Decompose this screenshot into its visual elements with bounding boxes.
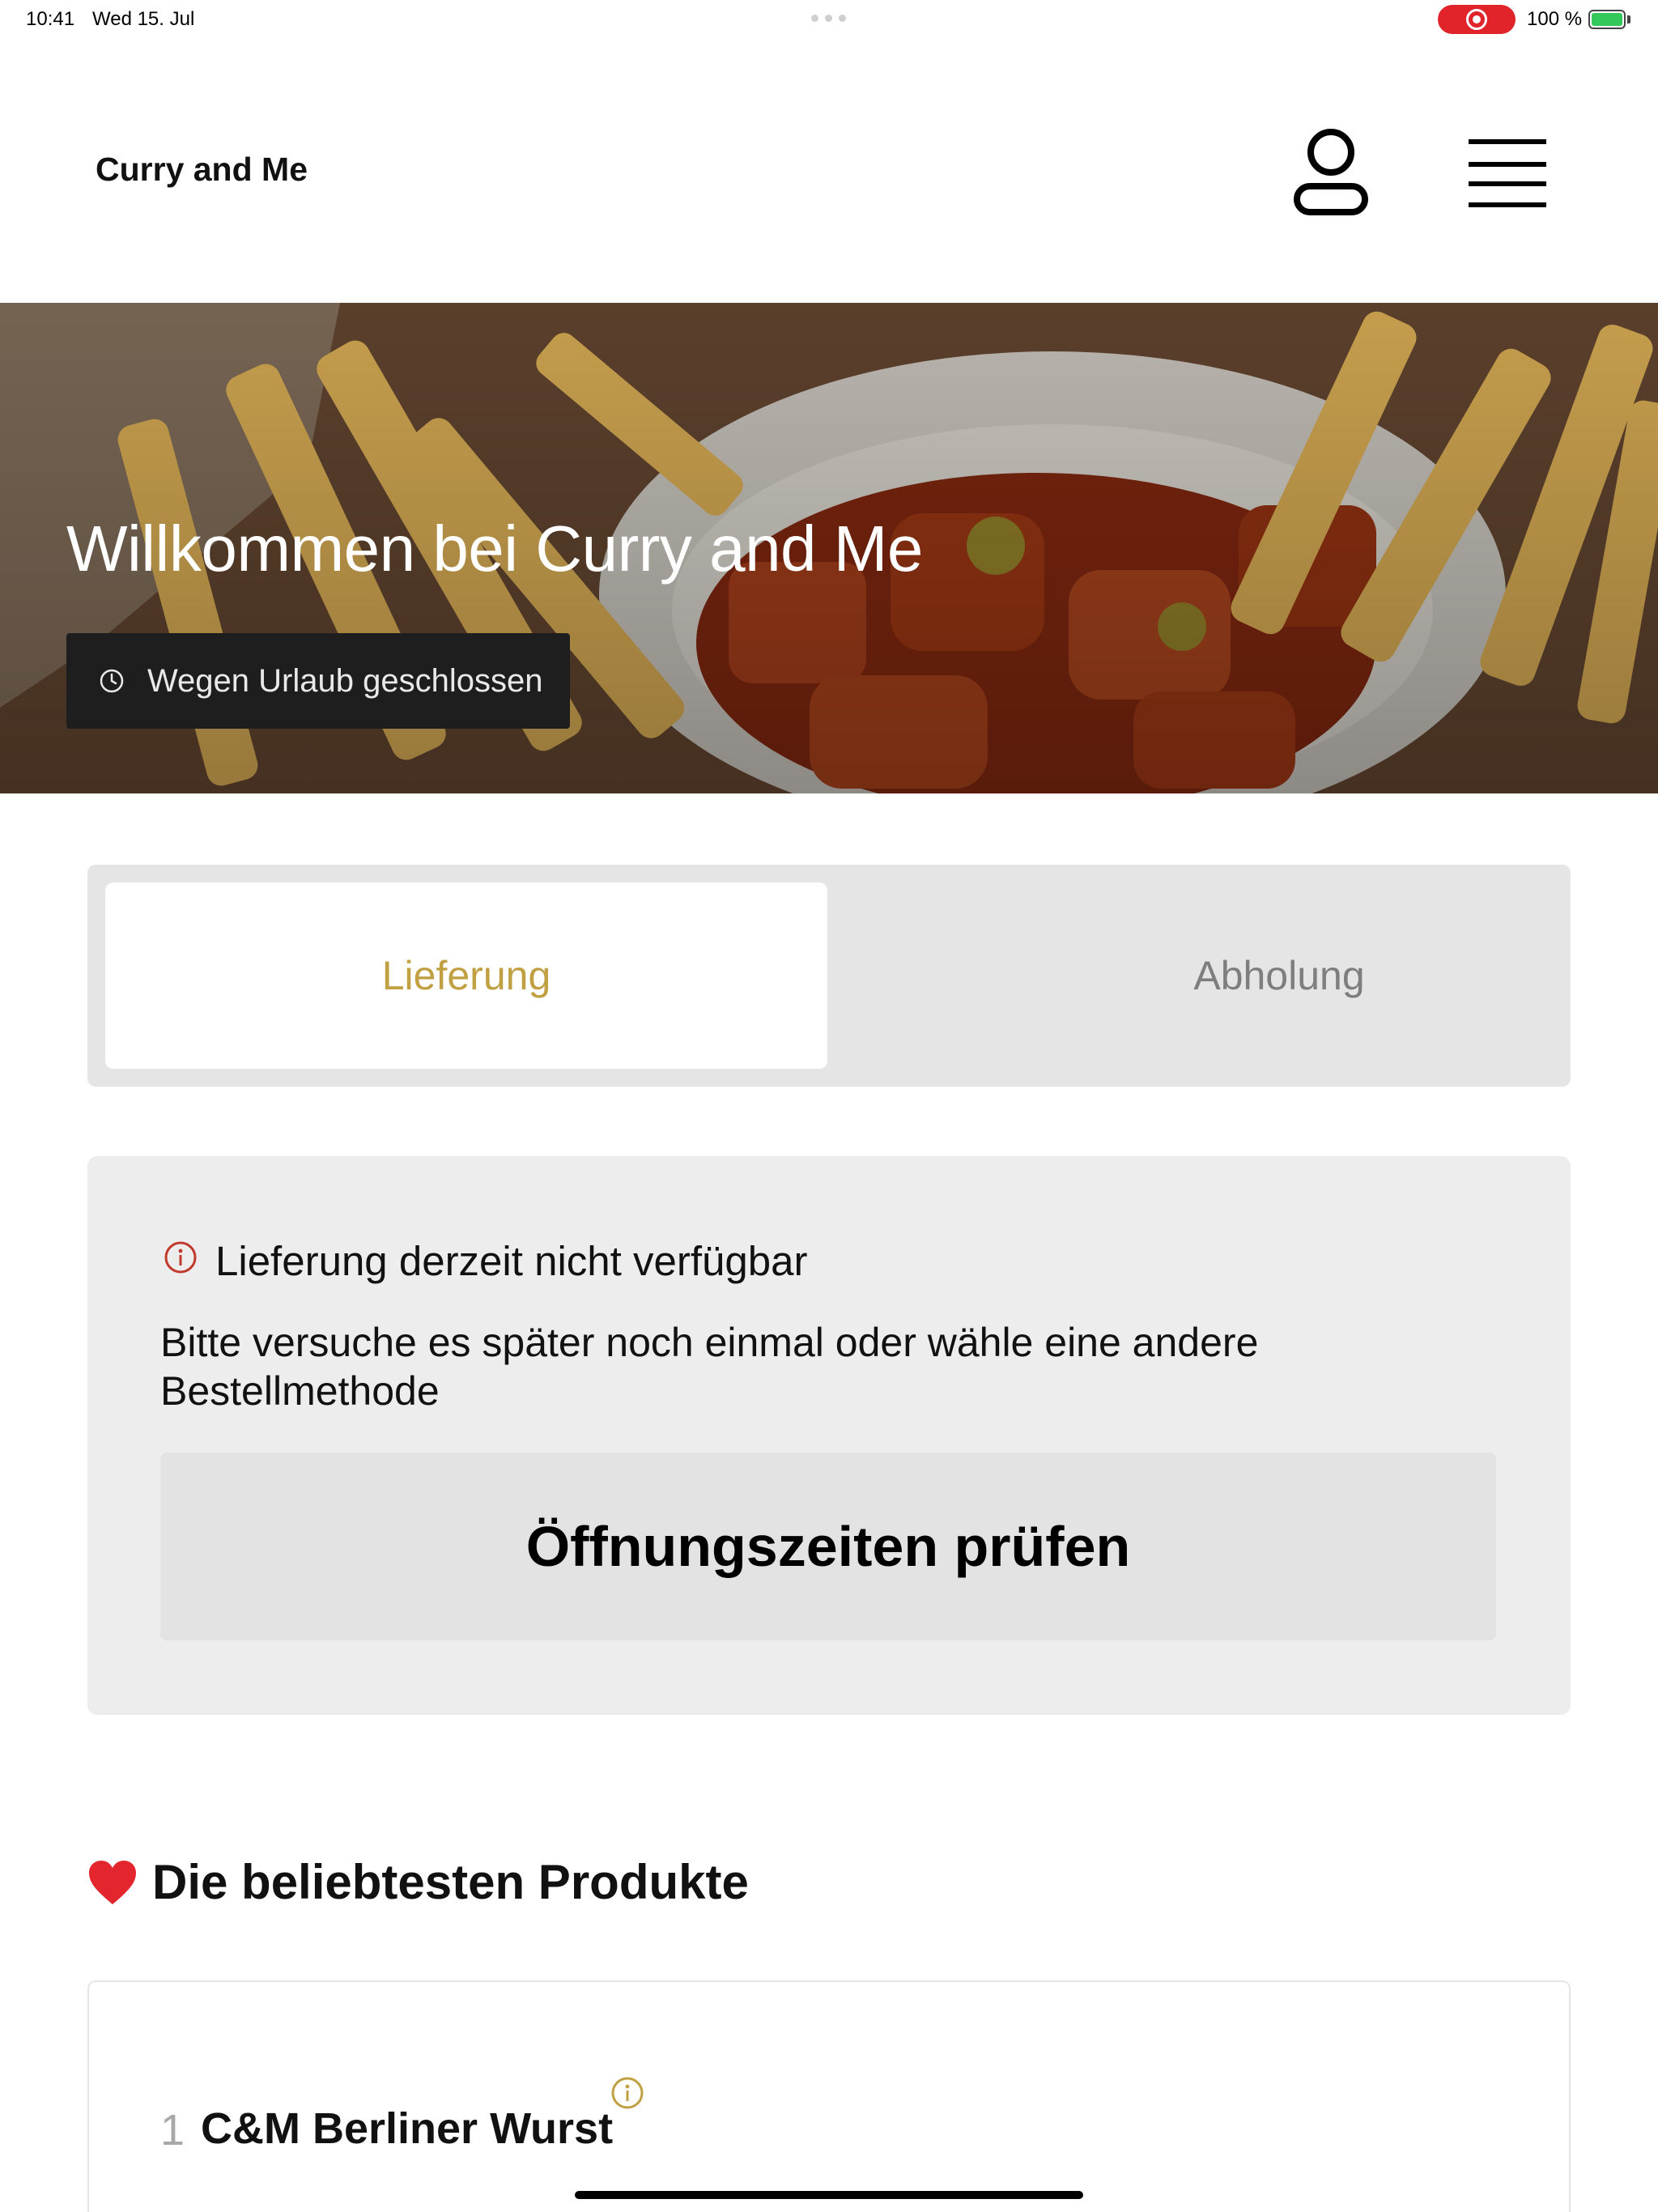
store-status-label: Wegen Urlaub geschlossen <box>147 662 543 699</box>
hero-banner: Willkommen bei Curry and Me Wegen Urlaub… <box>0 303 1658 793</box>
brand-name[interactable]: Curry and Me <box>96 151 308 189</box>
profile-button[interactable] <box>1290 126 1371 217</box>
person-icon <box>1294 129 1368 215</box>
product-card[interactable]: 1 C&M Berliner Wurst <box>87 1980 1571 2212</box>
order-method-toggle: Lieferung Abholung <box>87 865 1571 1087</box>
store-status-badge: Wegen Urlaub geschlossen <box>66 633 570 729</box>
status-date: Wed 15. Jul <box>92 8 195 30</box>
status-bar: 10:41 Wed 15. Jul 100 % <box>0 0 1658 39</box>
check-opening-hours-button[interactable]: Öffnungszeiten prüfen <box>160 1453 1496 1640</box>
tab-lieferung[interactable]: Lieferung <box>105 883 827 1069</box>
info-icon[interactable] <box>610 2076 644 2110</box>
status-time: 10:41 <box>26 8 75 30</box>
battery-percentage: 100 % <box>1527 8 1583 30</box>
notice-body: Bitte versuche es später noch einmal ode… <box>160 1320 1259 1414</box>
screen-recording-indicator[interactable] <box>1438 5 1516 34</box>
home-indicator[interactable] <box>575 2191 1083 2199</box>
menu-button[interactable] <box>1460 133 1554 211</box>
clock-icon <box>100 669 124 693</box>
delivery-unavailable-notice: Lieferung derzeit nicht verfügbar Bitte … <box>87 1156 1571 1715</box>
info-icon <box>164 1241 197 1274</box>
multitasking-dots-icon[interactable] <box>811 15 846 22</box>
battery-icon <box>1588 10 1626 29</box>
app-page: 10:41 Wed 15. Jul 100 % Curry and Me Wil… <box>0 0 1658 2212</box>
popular-products-heading: Die beliebtesten Produkte <box>87 1854 749 1910</box>
product-name: C&M Berliner Wurst <box>201 2104 614 2153</box>
notice-title: Lieferung derzeit nicht verfügbar <box>215 1238 808 1284</box>
product-rank: 1 <box>160 2106 185 2155</box>
heart-icon <box>89 1860 136 1904</box>
tab-abholung[interactable]: Abholung <box>918 883 1640 1069</box>
hero-title: Willkommen bei Curry and Me <box>66 513 923 585</box>
hamburger-menu-icon <box>1469 139 1546 207</box>
popular-products-title: Die beliebtesten Produkte <box>152 1855 749 1909</box>
